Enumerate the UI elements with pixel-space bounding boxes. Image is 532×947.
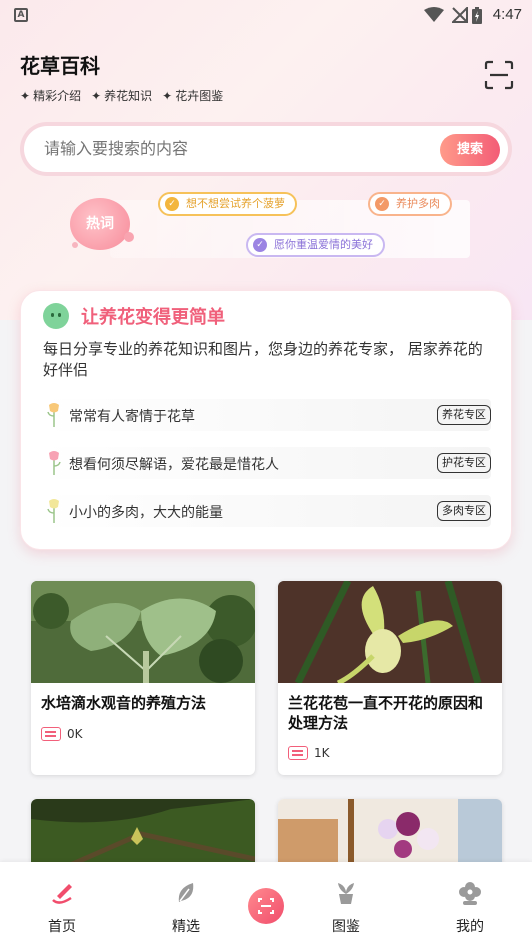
decor-dot	[124, 232, 134, 242]
subnav-item-knowledge[interactable]: ✦ 养花知识	[91, 87, 152, 104]
subnav-item-catalog[interactable]: ✦ 花卉图鉴	[162, 87, 223, 104]
subnav-item-intro[interactable]: ✦ 精彩介绍	[20, 87, 81, 104]
post-view-count: 1K	[314, 746, 330, 760]
tab-catalog[interactable]: 图鉴	[306, 862, 386, 947]
intro-row-text: 常常有人寄情于花草	[69, 409, 195, 425]
view-count-icon	[288, 746, 308, 760]
post-card[interactable]: 兰花花苞一直不开花的原因和处理方法 1K	[278, 581, 502, 775]
post-views: 0K	[41, 727, 83, 741]
hot-words-label: 热词	[70, 198, 130, 250]
app-notification-icon: A	[14, 8, 28, 22]
search-input[interactable]	[44, 139, 404, 158]
search-button[interactable]: 搜索	[440, 134, 500, 166]
hot-tag-label: 养护多肉	[396, 197, 440, 210]
post-card[interactable]	[31, 799, 255, 869]
intro-row-care[interactable]: 想看何须尽解语，爱花最是惜花人 护花专区	[43, 447, 491, 479]
tab-label: 精选	[172, 919, 200, 935]
subnav-label: 精彩介绍	[33, 89, 82, 103]
tab-home[interactable]: 首页	[22, 862, 102, 947]
view-count-icon	[41, 727, 61, 741]
intro-row-text: 想看何须尽解语，爱花最是惜花人	[69, 457, 279, 473]
sparkle-icon: ✦	[91, 89, 102, 103]
plant-pot-icon	[338, 883, 354, 904]
search-bar: 搜索	[20, 122, 512, 176]
hot-tag-succulent[interactable]: ✓ 养护多肉	[368, 192, 452, 216]
scan-icon[interactable]	[484, 60, 514, 90]
subnav-label: 花卉图鉴	[175, 89, 224, 103]
intro-row-badge[interactable]: 护花专区	[437, 453, 491, 473]
hot-tag-label: 想不想尝试养个菠萝	[186, 197, 285, 210]
no-signal-icon	[452, 7, 468, 23]
check-icon: ✓	[253, 238, 267, 252]
tab-featured[interactable]: 精选	[146, 862, 226, 947]
scan-icon	[258, 898, 274, 914]
sparkle-icon: ✦	[162, 89, 173, 103]
status-time: 4:47	[492, 6, 522, 23]
post-image	[31, 581, 255, 683]
page-title: 花草百科	[20, 54, 100, 78]
tab-label: 我的	[456, 919, 484, 935]
tab-label: 图鉴	[332, 919, 360, 935]
tulip-icon	[47, 499, 59, 523]
post-card[interactable]	[278, 799, 502, 869]
post-image	[278, 581, 502, 683]
sparkle-icon: ✦	[20, 89, 31, 103]
battery-icon	[472, 7, 482, 24]
post-card[interactable]: 水培滴水观音的养殖方法 0K	[31, 581, 255, 775]
center-scan-button[interactable]	[248, 888, 284, 924]
pen-icon	[52, 884, 72, 904]
intro-row-text: 小小的多肉，大大的能量	[69, 505, 223, 521]
hot-tag-label: 愿你重温爱情的美好	[274, 238, 373, 251]
wifi-icon	[424, 7, 444, 22]
intro-title: 让养花变得更简单	[81, 307, 225, 328]
intro-description: 每日分享专业的养花知识和图片，您身边的养花专家， 居家养花的好伴侣	[43, 340, 483, 379]
intro-row-succulent[interactable]: 小小的多肉，大大的能量 多肉专区	[43, 495, 491, 527]
post-views: 1K	[288, 746, 330, 760]
tulip-icon	[47, 403, 59, 427]
post-image	[31, 799, 255, 869]
post-view-count: 0K	[67, 727, 83, 741]
flower-user-icon	[459, 882, 481, 905]
post-title: 兰花花苞一直不开花的原因和处理方法	[288, 694, 484, 732]
hot-tag-love[interactable]: ✓ 愿你重温爱情的美好	[246, 233, 385, 257]
hot-words: 热词 ✓ 想不想尝试养个菠萝 ✓ 养护多肉 ✓ 愿你重温爱情的美好	[70, 192, 470, 262]
smile-face-icon	[43, 303, 69, 329]
post-image	[278, 799, 502, 869]
status-bar: A 4:47	[0, 0, 532, 30]
hot-tag-pineapple[interactable]: ✓ 想不想尝试养个菠萝	[158, 192, 297, 216]
intro-row-badge[interactable]: 多肉专区	[437, 501, 491, 521]
leaf-icon	[178, 883, 194, 902]
intro-row-badge[interactable]: 养花专区	[437, 405, 491, 425]
decor-dot	[72, 242, 78, 248]
intro-row-flowers[interactable]: 常常有人寄情于花草 养花专区	[43, 399, 491, 431]
check-icon: ✓	[165, 197, 179, 211]
post-title: 水培滴水观音的养殖方法	[41, 694, 207, 712]
subnav-label: 养花知识	[104, 89, 153, 103]
header-subnav: ✦ 精彩介绍 ✦ 养花知识 ✦ 花卉图鉴	[20, 87, 223, 104]
intro-card: 让养花变得更简单 每日分享专业的养花知识和图片，您身边的养花专家， 居家养花的好…	[20, 290, 512, 550]
tab-profile[interactable]: 我的	[430, 862, 510, 947]
tab-label: 首页	[48, 919, 76, 935]
tulip-icon	[49, 451, 61, 475]
check-icon: ✓	[375, 197, 389, 211]
